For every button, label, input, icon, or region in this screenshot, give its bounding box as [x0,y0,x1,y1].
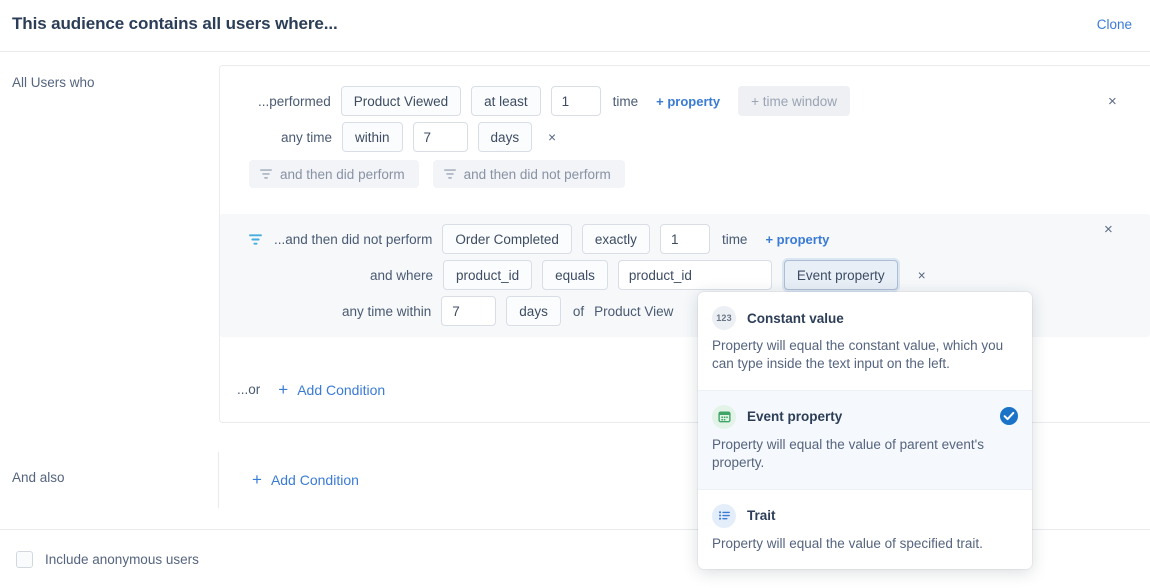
clone-button[interactable]: Clone [1097,17,1132,32]
chip-and-then-did-perform[interactable]: and then did perform [249,160,419,188]
event-select-product-viewed[interactable]: Product Viewed [341,86,461,116]
add-condition-label: Add Condition [297,382,385,398]
filter-icon [259,167,273,181]
condition-2-time-row: any time within 7 days of Product View [342,296,673,326]
time-unit-label-2: time [722,232,748,247]
count-input-1[interactable]: 1 [551,86,601,116]
dropdown-option-header: Event property [712,405,1016,429]
chip-label: and then did not perform [464,167,611,182]
condition-1-chips-row: and then did perform and then did not pe… [249,160,625,188]
trait-list-icon [712,504,736,528]
operator-select-exactly[interactable]: exactly [582,224,650,254]
dropdown-option-description: Property will equal the value of specifi… [712,535,1016,553]
dropdown-option-constant-value[interactable]: 123 Constant value Property will equal t… [698,292,1032,390]
number-123-icon: 123 [712,306,736,330]
condition-1-main-row: ...performed Product Viewed at least 1 t… [258,86,850,116]
include-anonymous-users-checkbox[interactable] [16,551,33,568]
time-unit-label-1: time [613,94,639,109]
of-event-label: Product View [594,304,673,319]
condition-2-where-row: and where product_id equals product_id E… [370,260,926,290]
check-circle-icon [1000,407,1018,425]
dropdown-option-title: Trait [747,508,776,523]
count-input-2[interactable]: 1 [660,224,710,254]
any-time-within-label: any time within [342,304,431,319]
add-time-window-button[interactable]: + time window [738,86,850,116]
of-label: of [573,304,584,319]
performed-label: ...performed [258,94,331,109]
and-where-label: and where [370,268,433,283]
dropdown-option-trait[interactable]: Trait Property will equal the value of s… [698,489,1032,569]
days-unit-select-1[interactable]: days [478,122,533,152]
dropdown-option-title: Event property [747,409,842,424]
remove-where-clause-button[interactable]: × [918,268,926,283]
and-then-did-not-perform-label: ...and then did not perform [274,232,432,247]
add-condition-label: Add Condition [271,472,359,488]
page-header: This audience contains all users where..… [0,0,1150,52]
dropdown-option-event-property[interactable]: Event property Property will equal the v… [698,390,1032,489]
property-value-input[interactable]: product_id [618,260,772,290]
property-select-product-id[interactable]: product_id [443,260,532,290]
or-label: ...or [237,382,260,397]
filter-icon [248,232,262,246]
event-select-order-completed[interactable]: Order Completed [442,224,572,254]
chip-label: and then did perform [280,167,405,182]
operator-select-at-least[interactable]: at least [471,86,541,116]
within-select-1[interactable]: within [342,122,403,152]
value-type-select-event-property[interactable]: Event property [784,260,898,290]
days-input-1[interactable]: 7 [413,122,468,152]
days-input-2[interactable]: 7 [441,296,496,326]
filter-icon [443,167,457,181]
remove-time-window-button-1[interactable]: × [548,130,556,145]
add-property-link-2[interactable]: + property [765,232,829,247]
add-condition-button-panel[interactable]: + Add Condition [278,381,385,398]
plus-icon: + [278,381,288,398]
condition-1-time-row: any time within 7 days × [281,122,556,152]
dropdown-option-title: Constant value [747,311,844,326]
any-time-label-1: any time [281,130,332,145]
add-property-link-1[interactable]: + property [656,94,720,109]
remove-condition-1-button[interactable]: × [1108,94,1117,109]
chip-and-then-did-not-perform[interactable]: and then did not perform [433,160,625,188]
page-title: This audience contains all users where..… [12,14,338,34]
condition-2-main-row: ...and then did not perform Order Comple… [248,224,829,254]
and-also-label: And also [12,470,65,485]
calendar-event-icon [712,405,736,429]
value-type-dropdown: 123 Constant value Property will equal t… [698,292,1032,569]
panel-footer-row: ...or + Add Condition [237,381,385,398]
comparator-select-equals[interactable]: equals [542,260,608,290]
section-divider [218,452,219,508]
plus-icon: + [252,471,262,488]
days-unit-select-2[interactable]: days [506,296,561,326]
dropdown-option-description: Property will equal the constant value, … [712,337,1016,374]
dropdown-option-description: Property will equal the value of parent … [712,436,1016,473]
condition-block-1: ...performed Product Viewed at least 1 t… [220,86,1150,206]
remove-condition-2-button[interactable]: × [1104,222,1113,237]
include-anonymous-users-label: Include anonymous users [45,552,199,567]
dropdown-option-header: 123 Constant value [712,306,1016,330]
dropdown-option-header: Trait [712,504,1016,528]
add-condition-button-and-also[interactable]: + Add Condition [252,471,359,488]
include-anonymous-users-row[interactable]: Include anonymous users [16,551,199,568]
all-users-label: All Users who [12,75,95,90]
